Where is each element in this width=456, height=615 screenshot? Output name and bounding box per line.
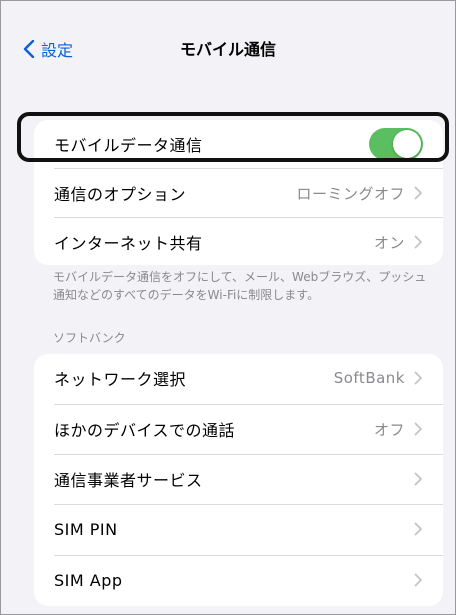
chevron-right-icon (414, 472, 422, 486)
personal-hotspot-value: オン (373, 233, 405, 252)
network-selection-label: ネットワーク選択 (54, 370, 187, 389)
data-options-value: ローミングオフ (296, 184, 405, 203)
mobile-data-row: モバイルデータ通信 (34, 120, 443, 168)
carrier-services-row[interactable]: 通信事業者サービス (34, 455, 443, 503)
mobile-data-group: モバイルデータ通信 通信のオプション ローミングオフ インターネット共有 オン (34, 120, 443, 265)
chevron-right-icon (414, 573, 422, 587)
calls-on-other-devices-label: ほかのデバイスでの通話 (54, 421, 236, 440)
personal-hotspot-row[interactable]: インターネット共有 オン (34, 218, 443, 265)
data-options-row[interactable]: 通信のオプション ローミングオフ (34, 169, 443, 217)
carrier-group: ネットワーク選択 SoftBank ほかのデバイスでの通話 オフ 通信事業者サー… (34, 354, 443, 606)
sim-pin-label: SIM PIN (54, 519, 118, 539)
mobile-data-toggle[interactable] (369, 128, 423, 160)
network-selection-value: SoftBank (333, 369, 405, 387)
personal-hotspot-label: インターネット共有 (54, 234, 203, 253)
sim-pin-row[interactable]: SIM PIN (34, 505, 443, 553)
calls-on-other-devices-value: オフ (373, 420, 405, 439)
page-title: モバイル通信 (179, 40, 276, 59)
chevron-right-icon (414, 422, 422, 436)
navigation-bar: 設定 モバイル通信 (1, 1, 455, 95)
network-selection-row[interactable]: ネットワーク選択 SoftBank (34, 354, 443, 402)
sim-app-row[interactable]: SIM App (34, 556, 443, 604)
sim-app-label: SIM App (54, 570, 123, 590)
data-options-label: 通信のオプション (54, 185, 187, 204)
carrier-section-header: ソフトバンク (53, 331, 126, 345)
carrier-services-label: 通信事業者サービス (54, 471, 203, 490)
mobile-data-footnote: モバイルデータ通信をオフにして、メール、Webブラウズ、プッシュ通知などのすべて… (53, 270, 427, 302)
chevron-right-icon (414, 522, 422, 536)
chevron-right-icon (414, 371, 422, 385)
mobile-data-label: モバイルデータ通信 (54, 136, 203, 155)
calls-on-other-devices-row[interactable]: ほかのデバイスでの通話 オフ (34, 405, 443, 453)
settings-screen: 設定 モバイル通信 モバイルデータ通信 通信のオプション ローミングオフ インタ… (0, 0, 456, 615)
toggle-knob (393, 130, 421, 158)
chevron-right-icon (414, 235, 422, 249)
chevron-right-icon (414, 186, 422, 200)
